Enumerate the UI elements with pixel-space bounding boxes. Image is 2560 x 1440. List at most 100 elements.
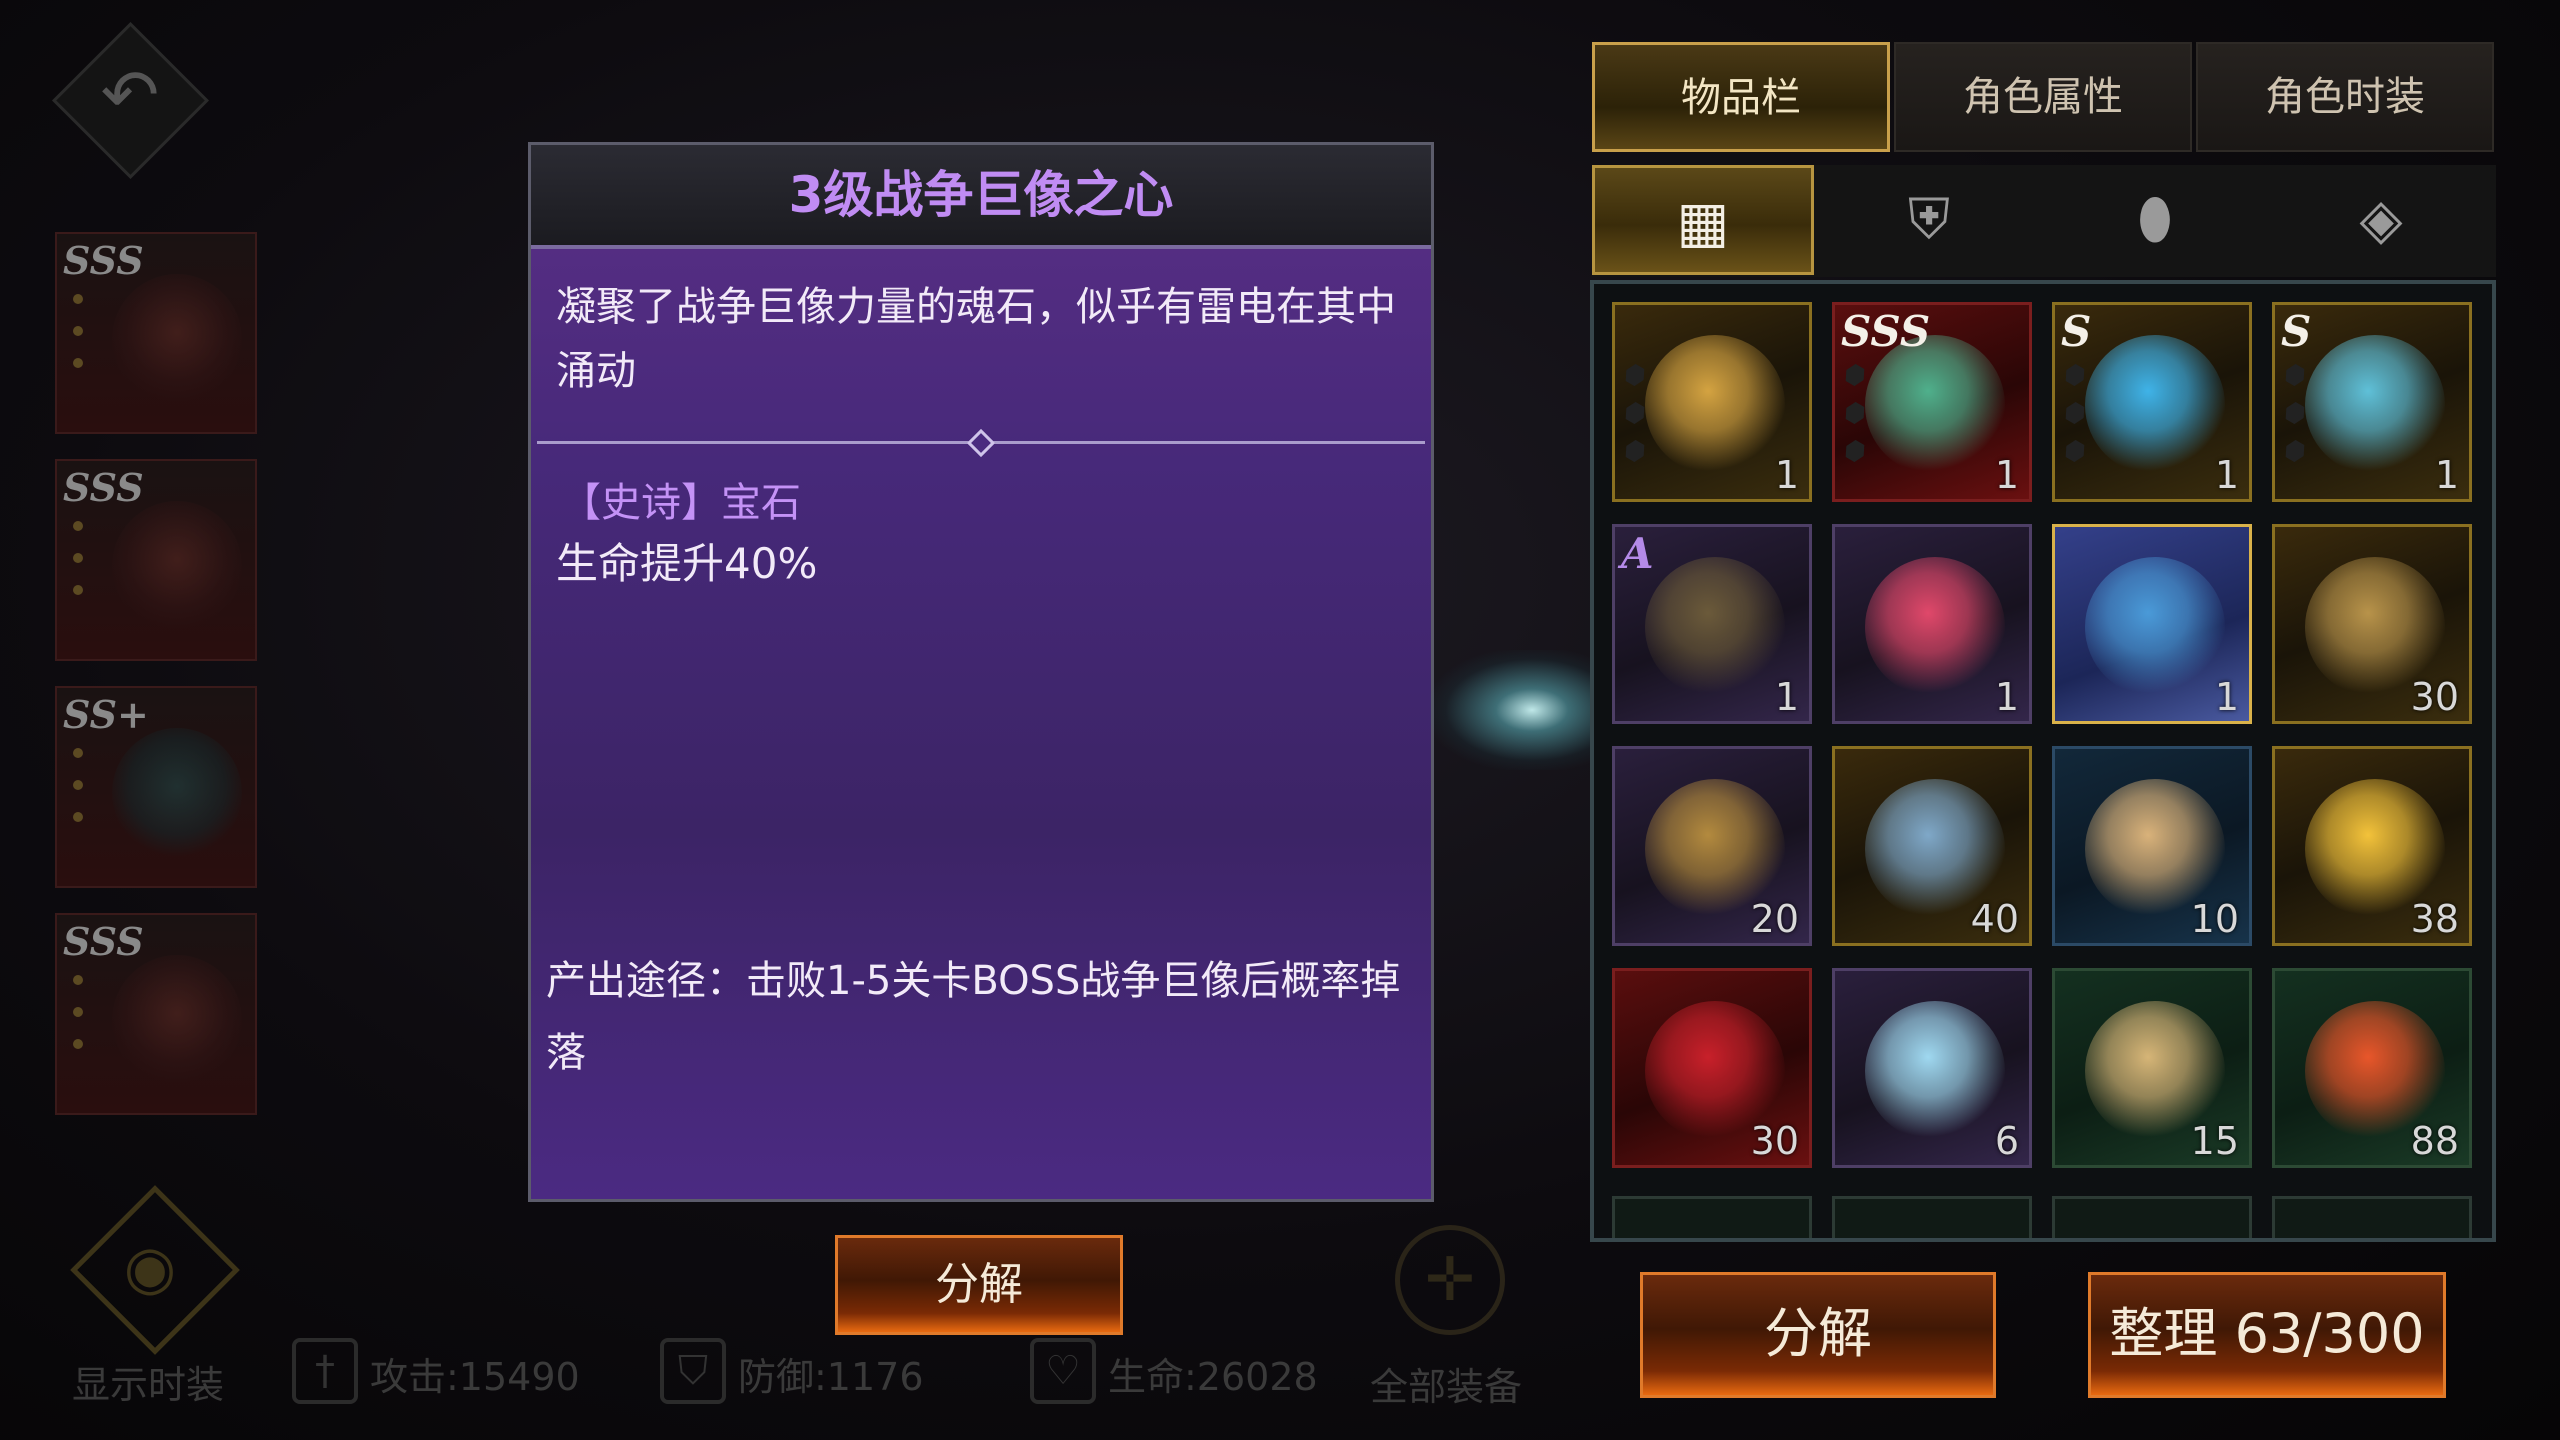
show-costume-label: 显示时装 <box>72 1363 225 1407</box>
item-slot-gauntlet[interactable]: A1 <box>1612 524 1812 724</box>
item-count: 1 <box>2434 453 2459 497</box>
socket-slots <box>2065 365 2087 479</box>
subtab-all[interactable]: ▦ <box>1592 165 1814 275</box>
blade-icon <box>112 728 242 858</box>
item-slot-fire-rune[interactable]: 88 <box>2272 968 2472 1168</box>
item-count: 1 <box>1994 675 2019 719</box>
tab-character-attributes[interactable]: 角色属性 <box>1894 42 2192 152</box>
sort-button[interactable]: 整理 63/300 <box>2088 1272 2446 1398</box>
item-count: 1 <box>2214 675 2239 719</box>
attack-stat: 攻击:15490 <box>370 1355 580 1399</box>
item-count: 1 <box>2214 453 2239 497</box>
sword-icon: † <box>292 1338 358 1404</box>
item-count: 1 <box>1994 453 2019 497</box>
gauntlet-icon <box>1645 557 1785 697</box>
rank-badge: S <box>2061 307 2092 356</box>
item-count: 15 <box>2190 1119 2239 1163</box>
selection-glow <box>1430 650 1600 770</box>
ring-icon <box>112 955 242 1085</box>
spiked-weapon-icon <box>1865 335 2005 475</box>
item-count: 1 <box>1774 453 1799 497</box>
equip-slot-4[interactable]: SSS <box>55 913 257 1115</box>
item-count: 30 <box>2410 675 2459 719</box>
socket-slots <box>2285 365 2307 479</box>
tab-inventory[interactable]: 物品栏 <box>1592 42 1890 152</box>
hp-stat: 生命:26028 <box>1108 1355 1318 1399</box>
item-tooltip: 3级战争巨像之心 凝聚了战争巨像力量的魂石，似乎有雷电在其中涌动 【史诗】宝石 … <box>528 142 1434 1202</box>
item-slot-demon-card[interactable]: 1 <box>1832 524 2032 724</box>
heart-icon: ♡ <box>1030 1338 1096 1404</box>
item-slot-partial[interactable] <box>1832 1196 2032 1238</box>
item-count: 38 <box>2410 897 2459 941</box>
inventory-grid: 1 SSS 1 S 1 S 1 A 1 1 1 30 20 40 10 38 30 6 15 88 <box>1590 280 2496 1242</box>
item-slot-blood-claw[interactable]: 30 <box>1612 968 1812 1168</box>
socket-slots <box>1625 365 1647 479</box>
item-slot-horn[interactable]: 10 <box>2052 746 2252 946</box>
equip-slot-3[interactable]: SS+ <box>55 686 257 888</box>
item-slot-amulet[interactable]: 1 <box>1612 302 1812 502</box>
tooltip-title: 3级战争巨像之心 <box>788 166 1174 224</box>
item-slot-potion[interactable]: 38 <box>2272 746 2472 946</box>
item-slot-crystal-shard[interactable]: 40 <box>1832 746 2032 946</box>
item-slot-king-card[interactable]: 1 <box>2052 524 2252 724</box>
back-arrow-icon: ↶ <box>100 54 160 136</box>
king-card-icon <box>2085 557 2225 697</box>
pistol-icon <box>2305 335 2445 475</box>
subtab-gems[interactable]: ⬮ <box>2044 165 2266 275</box>
socket-dots <box>73 975 87 1071</box>
rank-badge: SSS <box>63 465 144 510</box>
rank-badge: SSS <box>63 238 144 283</box>
rainbow-gem-icon <box>1865 1001 2005 1141</box>
necklace-icon <box>112 501 242 631</box>
equip-slot-2[interactable]: SSS <box>55 459 257 661</box>
rank-badge: SSS <box>1841 307 1931 356</box>
subtab-equipment[interactable]: ⛨ <box>1818 165 2040 275</box>
item-slot-partial[interactable] <box>1612 1196 1812 1238</box>
equip-slot-1[interactable]: SSS <box>55 232 257 434</box>
item-quality: 【史诗】宝石 <box>561 480 801 526</box>
socket-slots <box>1845 365 1867 479</box>
rank-badge: SS+ <box>63 692 149 737</box>
eye-icon: ◉ <box>123 1233 177 1303</box>
demon-card-icon <box>1865 557 2005 697</box>
all-equip-label: 全部装备 <box>1370 1365 1523 1409</box>
tab-character-costume[interactable]: 角色时装 <box>2196 42 2494 152</box>
socket-dots <box>73 294 87 390</box>
rank-badge: A <box>1621 529 1654 578</box>
ring-icon <box>2085 335 2225 475</box>
item-count: 40 <box>1970 897 2019 941</box>
rank-badge: SSS <box>63 919 144 964</box>
grid-icon: ▦ <box>1676 190 1730 255</box>
item-slot-partial[interactable] <box>2052 1196 2252 1238</box>
subtab-emblems[interactable]: ◈ <box>2270 165 2492 275</box>
amulet-icon <box>1645 335 1785 475</box>
defense-stat: 防御:1176 <box>738 1355 924 1399</box>
item-effect: 生命提升40% <box>556 539 818 588</box>
item-slot-pistol[interactable]: S1 <box>2272 302 2472 502</box>
item-count: 30 <box>1750 1119 1799 1163</box>
gem-icon: ⬮ <box>2137 187 2173 252</box>
tooltip-decompose-button[interactable]: 分解 <box>835 1235 1123 1335</box>
armor-icon: ⛨ <box>1908 187 1950 252</box>
item-slot-scroll[interactable]: 15 <box>2052 968 2252 1168</box>
item-count: 10 <box>2190 897 2239 941</box>
rank-badge: S <box>2281 307 2312 356</box>
item-slot-gears[interactable]: 20 <box>1612 746 1812 946</box>
socket-dots <box>73 521 87 617</box>
helmet-icon <box>112 274 242 404</box>
item-count: 1 <box>1774 675 1799 719</box>
item-count: 20 <box>1750 897 1799 941</box>
item-slot-ring[interactable]: S1 <box>2052 302 2252 502</box>
item-slot-spiked-weapon[interactable]: SSS 1 <box>1832 302 2032 502</box>
socket-dots <box>73 748 87 844</box>
item-slot-partial[interactable] <box>2272 1196 2472 1238</box>
shield-icon: ⛉ <box>660 1338 726 1404</box>
item-slot-golden-emblem[interactable]: 30 <box>2272 524 2472 724</box>
all-equip-icon[interactable]: ✛ <box>1395 1225 1505 1335</box>
item-slot-rainbow-gem[interactable]: 6 <box>1832 968 2032 1168</box>
decompose-button[interactable]: 分解 <box>1640 1272 1996 1398</box>
tooltip-description: 凝聚了战争巨像力量的魂石，似乎有雷电在其中涌动 <box>556 284 1396 394</box>
divider-diamond <box>966 428 996 458</box>
item-source: 产出途径：击败1-5关卡BOSS战争巨像后概率掉落 <box>546 958 1401 1076</box>
emblem-icon: ◈ <box>2359 187 2403 252</box>
